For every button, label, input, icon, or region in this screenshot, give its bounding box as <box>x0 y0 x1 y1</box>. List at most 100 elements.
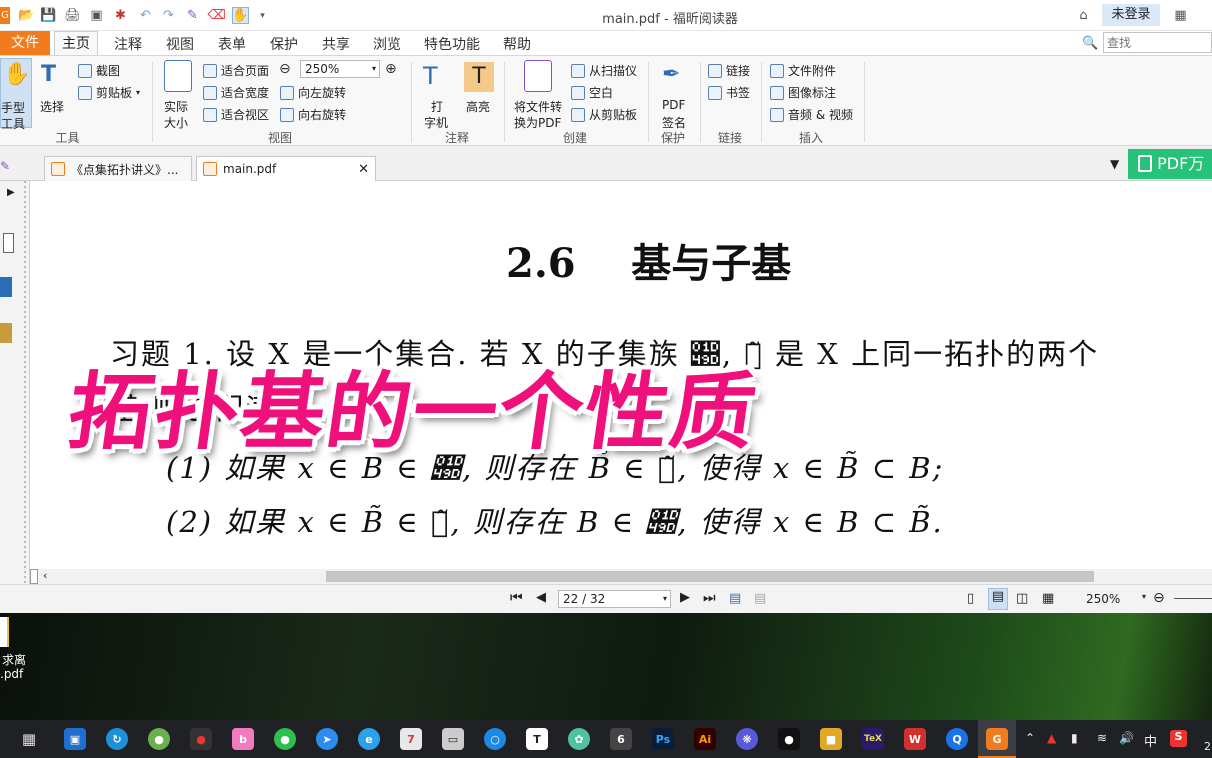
fit-visible-button[interactable]: 适合视区 <box>203 106 269 123</box>
app-icon[interactable]: 6 <box>610 728 632 750</box>
page-number-input[interactable]: 22 / 32 ▾ <box>558 590 671 608</box>
globe-icon[interactable]: ○ <box>484 728 506 750</box>
menu-view[interactable]: 视图 <box>166 34 194 54</box>
menu-file[interactable]: 文件 <box>0 31 50 55</box>
image-annotation-button[interactable]: 图像标注 <box>770 84 836 101</box>
file-attachment-button[interactable]: 文件附件 <box>770 62 836 79</box>
hand-tool-button[interactable]: ✋ 手型 工具 <box>0 58 32 131</box>
scroll-left-icon[interactable]: ‹ <box>43 569 47 582</box>
fit-page-button[interactable]: 适合页面 <box>203 62 269 79</box>
browser-icon[interactable]: ↻ <box>106 728 128 750</box>
layers-icon[interactable] <box>0 277 12 297</box>
folder-icon[interactable]: ■ <box>820 728 842 750</box>
undo-icon[interactable]: ↶ <box>137 7 154 24</box>
status-zoom-value[interactable]: 250% <box>1086 592 1120 606</box>
sevenz-icon[interactable]: 7 <box>400 728 422 750</box>
previous-page-icon[interactable]: ◀ <box>536 590 546 605</box>
scroll-thumb[interactable] <box>326 571 1094 582</box>
wechat-icon[interactable]: ● <box>274 728 296 750</box>
clock[interactable]: 2 <box>1204 740 1211 753</box>
battery-icon[interactable]: ▮ <box>1071 731 1078 745</box>
expand-panel-icon[interactable]: ▶ <box>7 187 15 198</box>
page-thumbnail-icon[interactable] <box>3 233 14 253</box>
wifi-icon[interactable]: ≋ <box>1097 731 1107 745</box>
desktop-file-label-2[interactable]: .pdf <box>0 667 23 681</box>
rotate-left-button[interactable]: 向左旋转 <box>280 84 346 101</box>
new-doc-icon[interactable]: ✱ <box>112 7 129 24</box>
eraser-icon[interactable]: ⌫ <box>207 7 225 24</box>
print-icon[interactable]: 🖨 <box>64 7 81 24</box>
typewriter-button[interactable]: T 打 字机 <box>420 60 454 130</box>
menu-browse[interactable]: 浏览 <box>373 34 401 54</box>
menu-protect[interactable]: 保护 <box>270 34 298 54</box>
bookmark-button[interactable]: 书签 <box>708 84 750 101</box>
grid-menu-icon[interactable]: ▦ <box>1172 7 1189 24</box>
edge-icon[interactable]: e <box>358 728 380 750</box>
screenshot-button[interactable]: 截图 <box>78 62 120 79</box>
link-button[interactable]: 链接 <box>708 62 750 79</box>
ime-indicator[interactable]: 中 <box>1144 731 1157 750</box>
desktop-file-label-1[interactable]: 求离 <box>2 651 26 668</box>
foxit-reader-taskbar-button[interactable]: G <box>978 720 1016 758</box>
continuous-page-icon[interactable]: ▤ <box>988 588 1008 610</box>
clipboard-button[interactable]: 剪贴板 ▾ <box>78 84 140 101</box>
pen-icon[interactable]: ✎ <box>184 7 201 24</box>
typora-icon[interactable]: T <box>526 728 548 750</box>
pdf-sign-button[interactable]: ✒ PDF 签名 <box>656 60 692 130</box>
single-page-icon[interactable]: ▯ <box>967 591 974 606</box>
mindmap-icon[interactable]: ✿ <box>568 728 590 750</box>
tray-chevron-up-icon[interactable]: ⌃ <box>1025 731 1035 745</box>
illustrator-icon[interactable]: Ai <box>694 728 716 750</box>
chevron-down-icon[interactable]: ▾ <box>1142 592 1146 601</box>
hand-icon[interactable]: ✋ <box>232 7 249 24</box>
search-box[interactable] <box>1103 32 1212 53</box>
first-page-icon[interactable]: ⏮ <box>510 590 523 606</box>
from-scanner-button[interactable]: 从扫描仪 <box>571 62 637 79</box>
menu-comment[interactable]: 注释 <box>114 34 142 54</box>
redo-icon[interactable]: ↷ <box>160 7 177 24</box>
skin-icon[interactable]: ⌂ <box>1075 7 1092 24</box>
menu-help[interactable]: 帮助 <box>503 34 531 54</box>
next-page-icon[interactable]: ▶ <box>680 590 690 605</box>
network-app-icon[interactable]: ❋ <box>736 728 758 750</box>
volume-icon[interactable]: 🔊 <box>1119 731 1134 745</box>
highlight-button[interactable]: T 高亮 <box>462 60 496 116</box>
zoom-in-icon[interactable]: ⊕ <box>385 61 397 77</box>
tex-icon[interactable]: TeX <box>862 728 884 750</box>
continuous-facing-icon[interactable]: ▦ <box>1042 591 1054 606</box>
zoom-out-icon[interactable]: ⊖ <box>1153 590 1165 606</box>
tab-document-1[interactable]: 《点集拓扑讲义》... <box>44 156 192 181</box>
menu-home[interactable]: 主页 <box>54 31 98 56</box>
promo-button[interactable]: PDF万 <box>1128 149 1212 179</box>
window-icon[interactable]: ▣ <box>88 7 105 24</box>
tray-matlab-icon[interactable]: ▲ <box>1047 731 1056 745</box>
bilibili-icon[interactable]: b <box>232 728 254 750</box>
actual-size-button[interactable]: 实际 大小 <box>162 60 194 130</box>
last-page-icon[interactable]: ⏭ <box>703 590 716 606</box>
from-clipboard-button[interactable]: 从剪贴板 <box>571 106 637 123</box>
audio-video-button[interactable]: 音频 & 视频 <box>770 106 853 123</box>
search-app-icon[interactable]: Q <box>946 728 968 750</box>
rotate-right-button[interactable]: 向右旋转 <box>280 106 346 123</box>
sogou-icon[interactable]: S <box>1170 730 1187 747</box>
customize-dropdown-icon[interactable]: ▾ <box>254 7 271 24</box>
tab-list-dropdown-icon[interactable]: ▼ <box>1110 157 1119 171</box>
pdf-file-desktop-icon[interactable] <box>0 617 9 647</box>
facing-pages-icon[interactable]: ◫ <box>1016 591 1028 606</box>
close-icon[interactable]: ✕ <box>358 162 369 177</box>
send-icon[interactable]: ➤ <box>316 728 338 750</box>
comments-icon[interactable] <box>0 323 12 343</box>
save-icon[interactable]: 💾 <box>40 7 57 24</box>
record-icon[interactable]: ● <box>190 728 212 750</box>
select-button[interactable]: T 选择 <box>38 60 68 122</box>
wps-icon[interactable]: W <box>904 728 926 750</box>
find-options-icon[interactable]: 🔍 <box>1082 35 1099 52</box>
photoshop-icon[interactable]: Ps <box>652 728 674 750</box>
next-view-icon[interactable]: ▤ <box>754 591 766 606</box>
qq-icon[interactable]: ● <box>778 728 800 750</box>
store-icon[interactable]: ▣ <box>64 728 86 750</box>
menu-share[interactable]: 共享 <box>322 34 350 54</box>
blank-button[interactable]: 空白 <box>571 84 613 101</box>
zoom-slider[interactable] <box>1174 598 1212 599</box>
panel-icon[interactable]: ✎ <box>0 159 10 173</box>
